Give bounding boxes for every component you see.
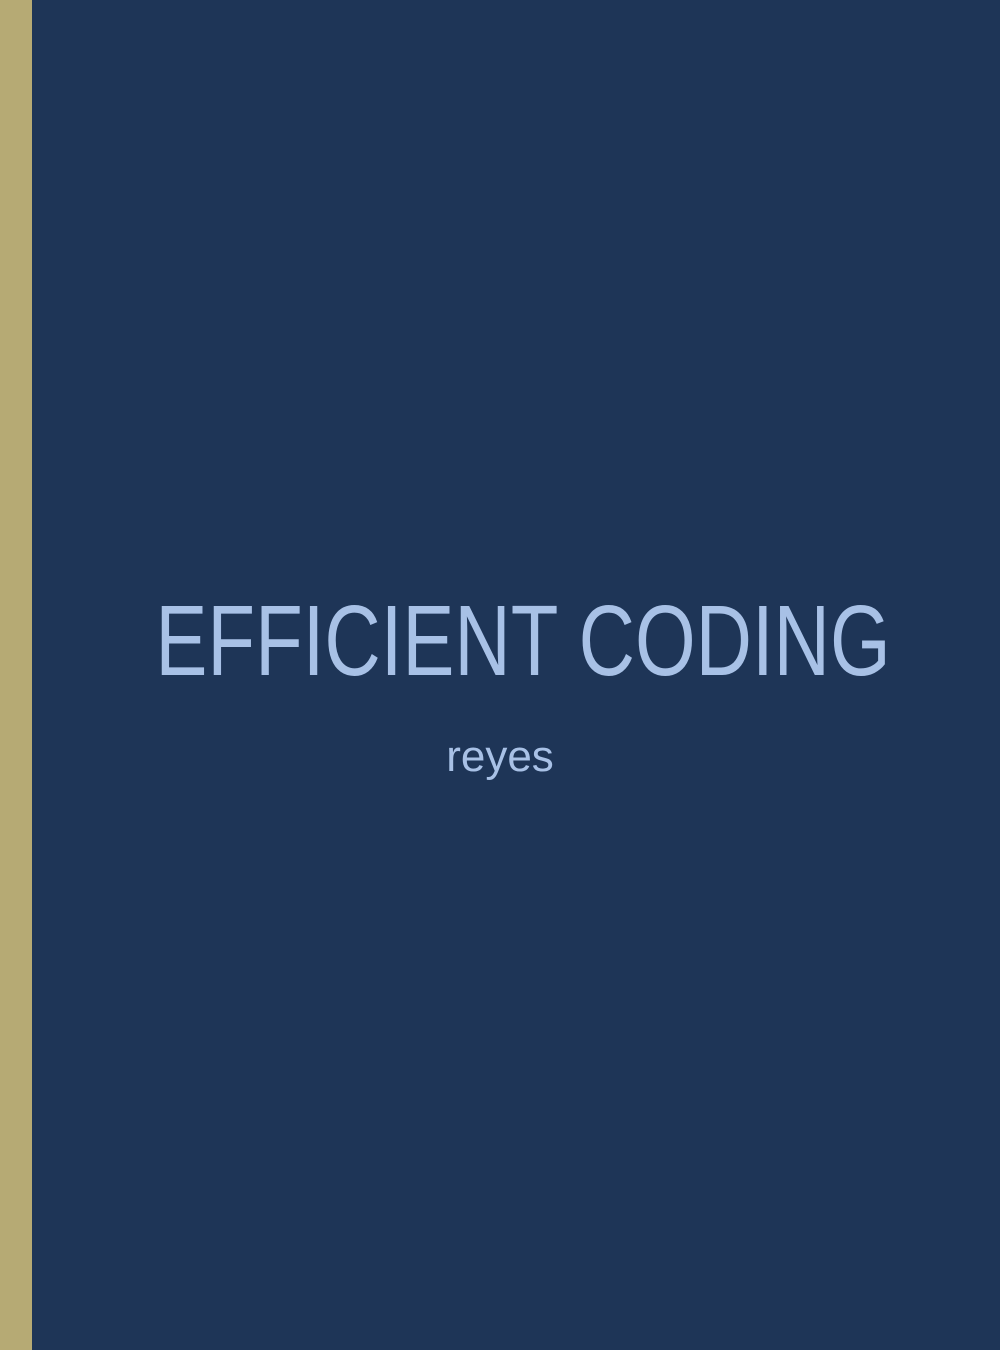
- spine-band: [0, 0, 32, 1350]
- cover-author: reyes: [446, 732, 554, 781]
- book-cover: EFFICIENT CODING reyes: [0, 0, 1000, 1350]
- cover-title: EFFICIENT CODING: [155, 585, 891, 697]
